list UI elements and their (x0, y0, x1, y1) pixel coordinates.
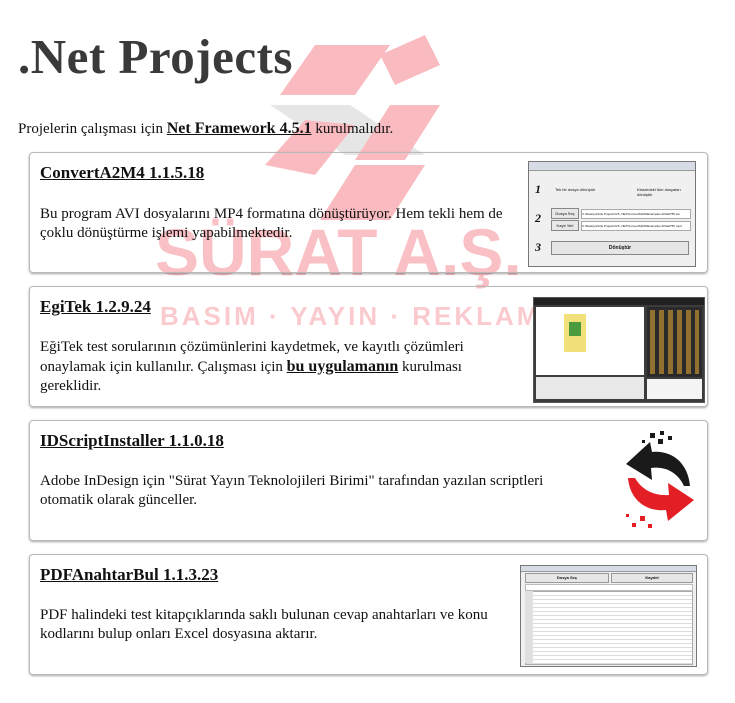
project-description: PDF halindeki test kitapçıklarında saklı… (40, 607, 488, 642)
egitek-screenshot[interactable] (533, 297, 705, 403)
screenshot-path-2: C:\Deskiyor\File Projects\VS .NET\Conver… (581, 221, 691, 231)
net-framework-link[interactable]: Net Framework 4.5.1 (167, 120, 312, 137)
screenshot-option-2: Klasördeki tüm dosyaları dönüştür (637, 187, 681, 197)
intro-text: Projelerin çalışması için Net Framework … (18, 120, 393, 138)
screenshot-file-button: Dosya Seç (525, 573, 609, 583)
screenshot-select-button: Dosya Seç (551, 208, 579, 219)
screenshot-path-1: C:\Deskiyor\File Projects\VS .NET\Conver… (581, 209, 691, 219)
project-card-converta2m4: ConvertA2M4 1.1.5.18 Bu program AVI dosy… (29, 152, 708, 273)
project-title-link[interactable]: PDFAnahtarBul 1.1.3.23 (40, 565, 218, 584)
screenshot-save-button: Kaydet (611, 573, 693, 583)
project-card-egitek: EgiTek 1.2.9.24 EğiTek test sorularının … (29, 286, 708, 407)
pdfanahtarbul-screenshot[interactable]: Dosya Seç Kaydet (520, 565, 697, 667)
screenshot-option-1: Tek bir dosya dönüştür (555, 187, 596, 192)
sync-arrows-icon (626, 431, 694, 528)
project-card-idscriptinstaller: IDScriptInstaller 1.1.0.18 Adobe InDesig… (29, 420, 708, 541)
screenshot-convert-button: Dönüştür (551, 241, 689, 255)
project-description: Bu program AVI dosyalarını MP4 formatına… (40, 206, 503, 241)
project-title-link[interactable]: ConvertA2M4 1.1.5.18 (40, 163, 204, 182)
project-title-link[interactable]: IDScriptInstaller 1.1.0.18 (40, 431, 224, 450)
project-title-link[interactable]: EgiTek 1.2.9.24 (40, 297, 151, 316)
project-description: EğiTek test sorularının çözümünlerini ka… (40, 338, 510, 396)
required-app-link[interactable]: bu uygulamanın (287, 358, 399, 375)
converta2m4-screenshot[interactable]: 1 Tek bir dosya dönüştür Klasördeki tüm … (528, 161, 696, 267)
page-title: .Net Projects (18, 29, 293, 84)
intro-after: kurulmalıdır. (311, 121, 394, 137)
project-description: Adobe InDesign için "Sürat Yayın Teknolo… (40, 473, 544, 508)
intro-before: Projelerin çalışması için (18, 121, 167, 137)
screenshot-save-button: Kayıt Yeri (551, 220, 579, 231)
project-card-pdfanahtarbul: PDFAnahtarBul 1.1.3.23 PDF halindeki tes… (29, 554, 708, 675)
